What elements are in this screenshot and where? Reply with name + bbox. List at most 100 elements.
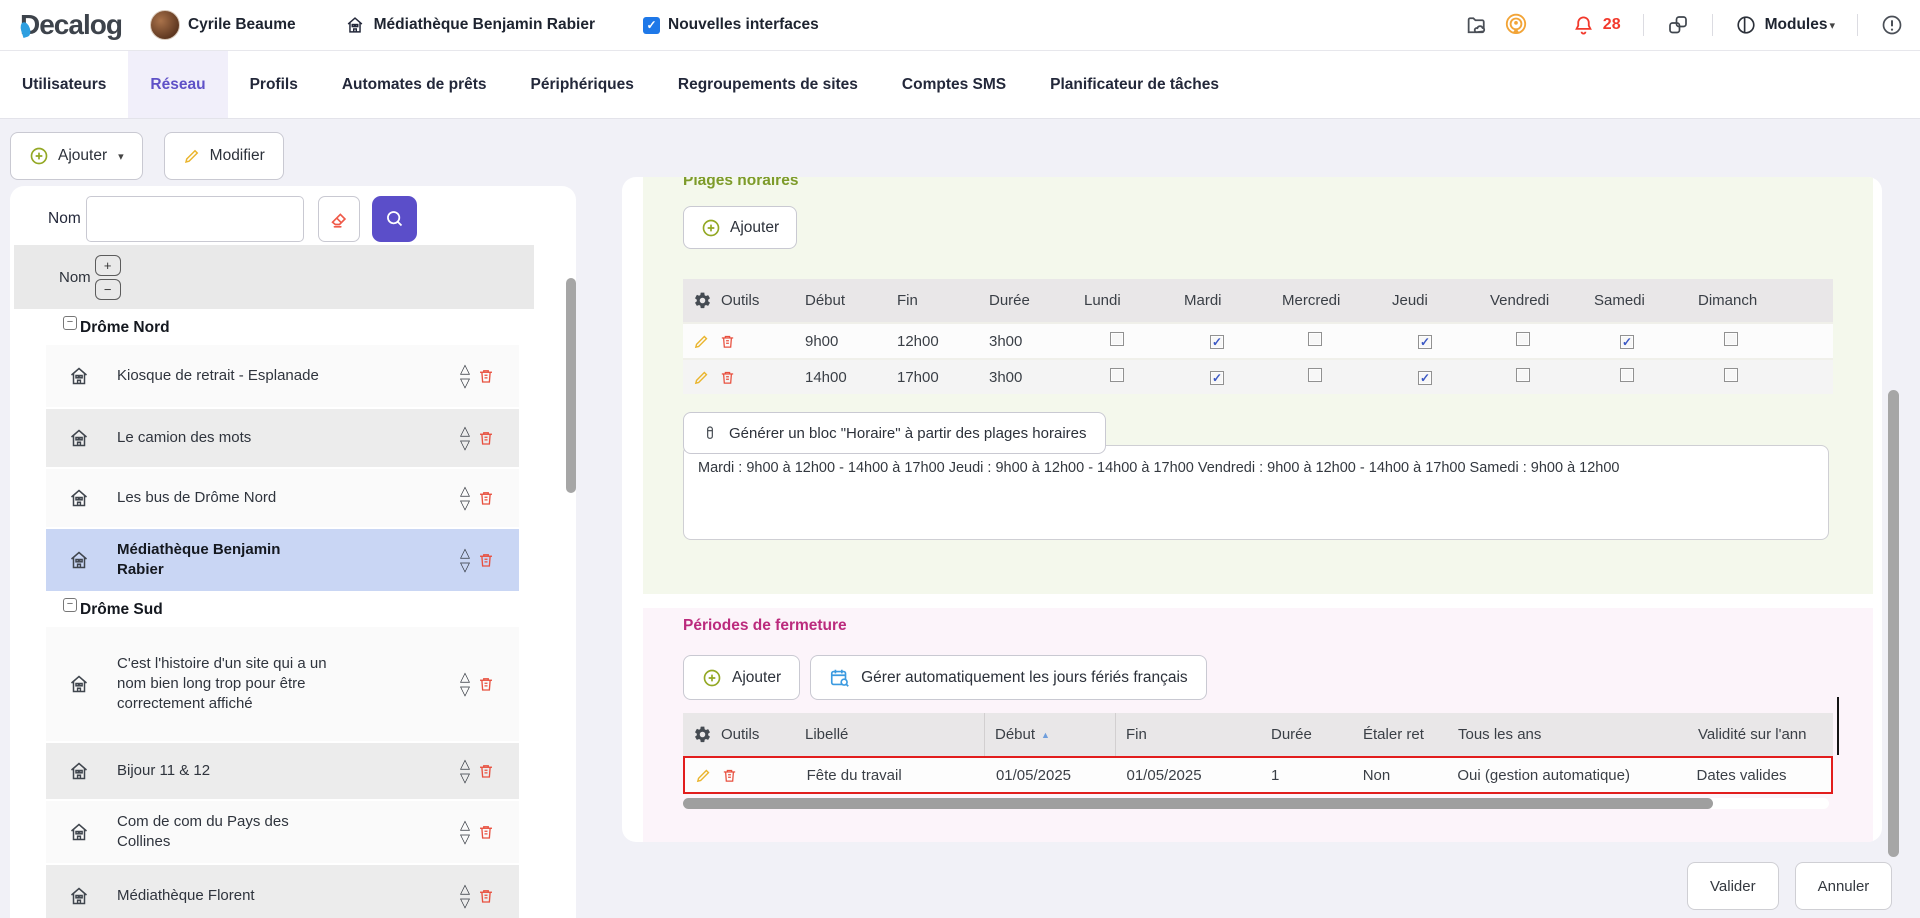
column-header[interactable]: Tous les ans	[1448, 726, 1688, 743]
move-up-icon[interactable]: △	[460, 424, 470, 438]
collapse-node-icon[interactable]: −	[63, 598, 77, 612]
move-down-icon[interactable]: ▽	[460, 771, 470, 785]
column-header[interactable]: Dimanch	[1688, 292, 1833, 309]
day-checkbox[interactable]	[1724, 332, 1738, 346]
cancel-button[interactable]: Annuler	[1795, 862, 1893, 910]
day-checkbox[interactable]: ✓	[1418, 335, 1432, 349]
edit-icon[interactable]	[693, 369, 710, 386]
column-header[interactable]: Fin	[1116, 726, 1261, 743]
day-checkbox[interactable]: ✓	[1210, 371, 1224, 385]
tab-reseau[interactable]: Réseau	[128, 51, 227, 118]
column-header-sorted[interactable]: Début▲	[985, 713, 1116, 756]
expand-all-button[interactable]: +	[95, 255, 121, 276]
modify-button[interactable]: Modifier	[164, 132, 284, 180]
site-search-input[interactable]	[86, 196, 304, 242]
move-up-icon[interactable]: △	[460, 484, 470, 498]
delete-icon[interactable]	[477, 675, 495, 693]
tab-profils[interactable]: Profils	[228, 51, 320, 118]
notifications-bell-icon[interactable]	[1572, 14, 1595, 37]
day-checkbox[interactable]	[1110, 368, 1124, 382]
move-up-icon[interactable]: △	[460, 818, 470, 832]
delete-icon[interactable]	[477, 762, 495, 780]
list-item[interactable]: Les bus de Drôme Nord △▽	[46, 467, 519, 527]
tab-peripheriques[interactable]: Périphériques	[509, 51, 656, 118]
collapse-node-icon[interactable]: −	[63, 316, 77, 330]
delete-icon[interactable]	[477, 823, 495, 841]
day-checkbox[interactable]	[1620, 368, 1634, 382]
horizontal-scrollbar[interactable]	[683, 798, 1829, 809]
delete-icon[interactable]	[477, 367, 495, 385]
checked-checkbox-icon[interactable]: ✓	[643, 17, 660, 34]
move-down-icon[interactable]: ▽	[460, 560, 470, 574]
current-user[interactable]: Cyrile Beaume	[150, 10, 296, 40]
day-checkbox[interactable]	[1110, 332, 1124, 346]
list-item[interactable]: Le camion des mots △▽	[46, 407, 519, 467]
generate-schedule-button[interactable]: Générer un bloc "Horaire" à partir des p…	[683, 412, 1106, 454]
move-up-icon[interactable]: △	[460, 546, 470, 560]
add-button[interactable]: Ajouter ▾	[10, 132, 143, 180]
column-header[interactable]: Jeudi	[1382, 292, 1480, 309]
move-down-icon[interactable]: ▽	[460, 438, 470, 452]
add-fermeture-button[interactable]: Ajouter	[683, 655, 800, 700]
move-down-icon[interactable]: ▽	[460, 684, 470, 698]
column-header[interactable]: Fin	[887, 292, 979, 309]
tab-comptes-sms[interactable]: Comptes SMS	[880, 51, 1028, 118]
collapse-all-button[interactable]: −	[95, 279, 121, 300]
delete-icon[interactable]	[721, 767, 738, 784]
clear-search-button[interactable]	[318, 196, 360, 242]
list-item[interactable]: Com de com du Pays des Collines △▽	[46, 799, 519, 863]
day-checkbox[interactable]	[1516, 368, 1530, 382]
validate-button[interactable]: Valider	[1687, 862, 1779, 910]
day-checkbox[interactable]	[1516, 332, 1530, 346]
tab-automates-de-prets[interactable]: Automates de prêts	[320, 51, 509, 118]
linked-apps-icon[interactable]	[1666, 13, 1690, 37]
app-logo[interactable]: Decalog	[16, 9, 122, 41]
manage-holidays-button[interactable]: Gérer automatiquement les jours fériés f…	[810, 655, 1207, 700]
delete-icon[interactable]	[719, 333, 736, 350]
column-header[interactable]: Lundi	[1074, 292, 1174, 309]
sidebar-scrollbar[interactable]	[566, 278, 576, 493]
add-plage-button[interactable]: Ajouter	[683, 206, 797, 249]
day-checkbox[interactable]	[1724, 368, 1738, 382]
column-header[interactable]: Mardi	[1174, 292, 1272, 309]
column-header[interactable]: Début	[795, 292, 887, 309]
tree-group-drome-sud[interactable]: − Drôme Sud	[10, 591, 576, 625]
current-site[interactable]: Médiathèque Benjamin Rabier	[344, 14, 595, 36]
column-header[interactable]: Durée	[979, 292, 1074, 309]
delete-icon[interactable]	[477, 887, 495, 905]
day-checkbox[interactable]: ✓	[1210, 335, 1224, 349]
tab-planificateur-de-taches[interactable]: Planificateur de tâches	[1028, 51, 1241, 118]
list-item[interactable]: Kiosque de retrait - Esplanade △▽	[46, 343, 519, 407]
edit-icon[interactable]	[693, 333, 710, 350]
delete-icon[interactable]	[719, 369, 736, 386]
day-checkbox[interactable]: ✓	[1620, 335, 1634, 349]
move-up-icon[interactable]: △	[460, 757, 470, 771]
delete-icon[interactable]	[477, 551, 495, 569]
tree-group-drome-nord[interactable]: − Drôme Nord	[10, 309, 576, 343]
column-header[interactable]: Mercredi	[1272, 292, 1382, 309]
day-checkbox[interactable]	[1308, 368, 1322, 382]
horizontal-scrollbar-thumb[interactable]	[683, 798, 1713, 809]
day-checkbox[interactable]	[1308, 332, 1322, 346]
column-header[interactable]: Samedi	[1584, 292, 1688, 309]
day-checkbox[interactable]: ✓	[1418, 371, 1432, 385]
list-item[interactable]: C'est l'histoire d'un site qui a un nom …	[46, 625, 519, 741]
list-item-selected[interactable]: Médiathèque Benjamin Rabier △▽	[46, 527, 519, 591]
move-up-icon[interactable]: △	[460, 670, 470, 684]
column-header[interactable]: Étaler ret	[1353, 726, 1448, 743]
schedule-text-area[interactable]: Mardi : 9h00 à 12h00 - 14h00 à 17h00 Jeu…	[683, 445, 1829, 540]
move-down-icon[interactable]: ▽	[460, 832, 470, 846]
move-up-icon[interactable]: △	[460, 882, 470, 896]
folder-sync-icon[interactable]	[1465, 13, 1490, 38]
move-down-icon[interactable]: ▽	[460, 498, 470, 512]
tab-regroupements-de-sites[interactable]: Regroupements de sites	[656, 51, 880, 118]
modules-menu[interactable]: Modules ▾	[1735, 14, 1835, 36]
search-button[interactable]	[372, 196, 417, 242]
notification-count-badge[interactable]: 28	[1603, 16, 1621, 34]
column-header[interactable]: Libellé	[795, 713, 985, 756]
tab-utilisateurs[interactable]: Utilisateurs	[0, 51, 128, 118]
column-header[interactable]: Validité sur l'ann	[1688, 726, 1833, 743]
list-item[interactable]: Médiathèque Florent △▽	[46, 863, 519, 918]
delete-icon[interactable]	[477, 429, 495, 447]
move-up-icon[interactable]: △	[460, 362, 470, 376]
